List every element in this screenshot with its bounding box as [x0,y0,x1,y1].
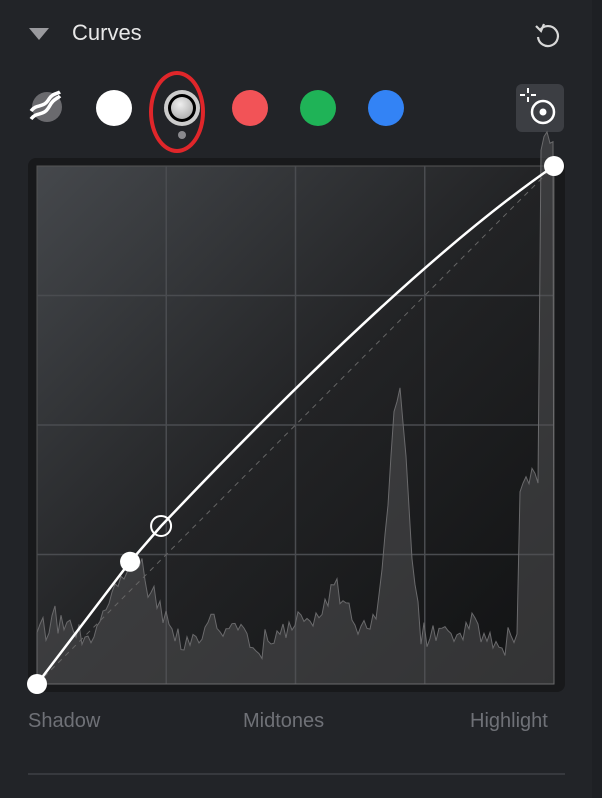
scrollbar[interactable] [592,0,602,798]
curves-graph[interactable] [0,0,602,798]
curve-point[interactable] [544,156,564,176]
curve-point[interactable] [120,552,140,572]
curve-point[interactable] [27,674,47,694]
shadow-label: Shadow [28,710,100,733]
divider [28,773,565,775]
highlight-label: Highlight [470,710,548,733]
midtones-label: Midtones [243,710,324,733]
